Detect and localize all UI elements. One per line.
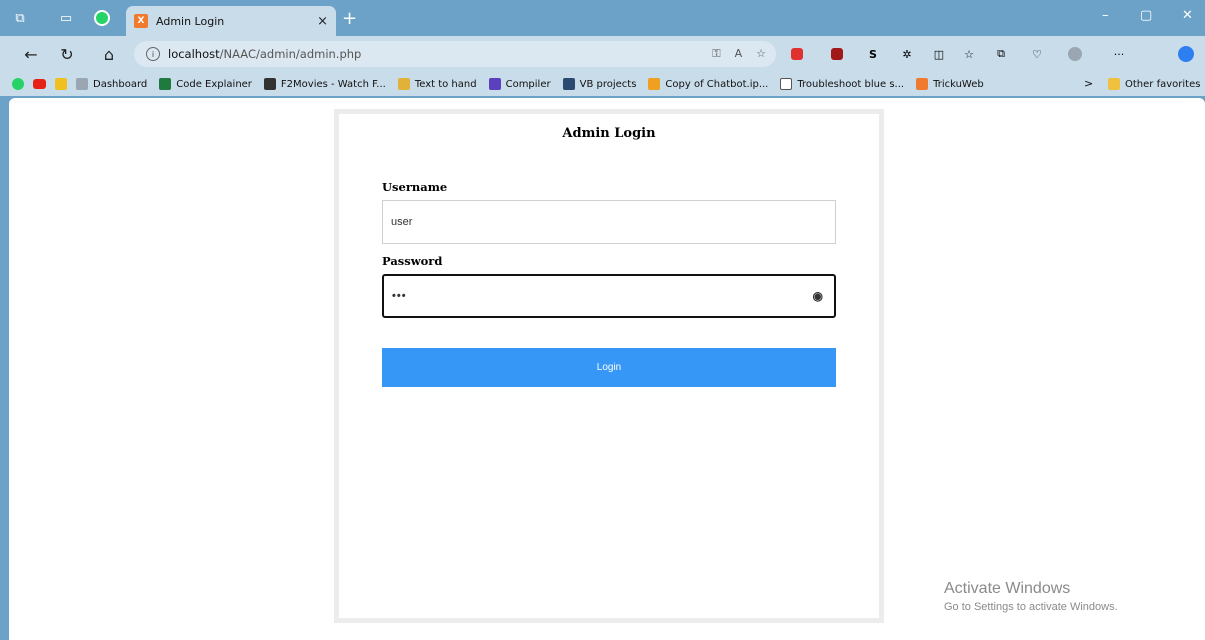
restore-button[interactable]: ▢ (1140, 8, 1152, 23)
new-tab-button[interactable]: + (342, 8, 357, 29)
tab-admin-login[interactable]: X Admin Login × (126, 6, 336, 36)
password-input[interactable]: ••• ◉ (382, 274, 836, 318)
close-tab-icon[interactable]: × (317, 14, 328, 29)
youtube-bookmark-icon[interactable] (33, 79, 46, 89)
url-path: /NAAC/admin/admin.php (219, 47, 362, 61)
username-value: user (391, 216, 413, 228)
refresh-icon[interactable]: ↻ (52, 39, 82, 69)
bookmark-favicon-icon (263, 78, 276, 90)
back-arrow-icon[interactable]: ← (16, 39, 46, 69)
bookmark-favicon-icon (648, 78, 661, 90)
other-favorites-folder[interactable]: Other favorites (1108, 78, 1200, 90)
watermark-title: Activate Windows (944, 580, 1071, 597)
bookmark-item[interactable]: Dashboard (76, 78, 147, 90)
bookmarks-bar: Dashboard Code Explainer F2Movies - Watc… (0, 72, 1205, 96)
bookmark-favicon-icon (159, 78, 172, 90)
windows-activation-watermark: Activate Windows Go to Settings to activ… (944, 580, 1118, 613)
address-bar[interactable]: i localhost/NAAC/admin/admin.php ⚿ A ☆ (134, 41, 776, 67)
copilot-icon[interactable] (1177, 45, 1195, 63)
ublock-extension-icon[interactable] (828, 45, 846, 63)
login-card: Admin Login Username user Password ••• ◉… (334, 109, 884, 623)
key-icon[interactable]: ⚿ (712, 47, 720, 61)
whatsapp-bookmark-icon[interactable] (12, 78, 24, 90)
whatsapp-pinned-tab-icon[interactable] (88, 4, 116, 32)
minimize-button[interactable]: – (1102, 8, 1109, 23)
password-label: Password (382, 254, 443, 268)
profile-avatar-icon[interactable] (1066, 45, 1084, 63)
url-host: localhost (168, 47, 220, 61)
password-value: ••• (392, 290, 407, 302)
tab-actions-icon[interactable]: ▭ (52, 4, 80, 32)
read-aloud-icon[interactable]: A (735, 47, 743, 61)
tab-title: Admin Login (156, 14, 225, 28)
xampp-favicon-icon: X (134, 14, 148, 28)
bookmark-favicon-icon (780, 78, 793, 90)
extensions-icon[interactable]: ✲ (898, 45, 916, 63)
username-label: Username (382, 180, 448, 194)
browser-essentials-icon[interactable]: ♡ (1028, 45, 1046, 63)
home-icon[interactable]: ⌂ (94, 39, 124, 69)
shield-extension-icon[interactable] (788, 45, 806, 63)
bookmark-item[interactable]: F2Movies - Watch F... (263, 78, 386, 90)
bookmark-item[interactable]: VB projects (562, 78, 636, 90)
more-menu-icon[interactable]: ··· (1110, 45, 1128, 63)
split-screen-icon[interactable]: ◫ (930, 45, 948, 63)
bookmark-favicon-icon (76, 78, 88, 90)
login-button[interactable]: Login (382, 348, 836, 387)
bookmark-item[interactable]: Compiler (488, 78, 551, 90)
bookmark-favicon-icon (916, 78, 929, 90)
favorite-star-icon[interactable]: ☆ (756, 47, 766, 61)
username-input[interactable]: user (382, 200, 836, 244)
show-password-eye-icon[interactable]: ◉ (813, 289, 824, 303)
bookmark-item[interactable]: Troubleshoot blue s... (780, 78, 904, 90)
page-viewport: Admin Login Username user Password ••• ◉… (9, 98, 1205, 640)
bookmark-item[interactable]: TrickuWeb (916, 78, 984, 90)
bookmark-item[interactable]: Copy of Chatbot.ip... (648, 78, 768, 90)
folder-icon (1108, 78, 1120, 90)
bookmark-item[interactable]: Code Explainer (159, 78, 252, 90)
page-title: Admin Login (562, 126, 656, 141)
bookmarks-overflow-chevron-icon[interactable]: > (1084, 77, 1093, 90)
s-extension-icon[interactable]: S (864, 45, 882, 63)
site-info-icon[interactable]: i (146, 47, 160, 61)
collections-icon[interactable]: ⧉ (992, 45, 1010, 63)
favorites-icon[interactable]: ☆ (960, 45, 978, 63)
yellow-bookmark-icon[interactable] (55, 78, 67, 90)
bookmark-favicon-icon (488, 78, 501, 90)
close-window-button[interactable]: ✕ (1182, 8, 1193, 23)
bookmark-favicon-icon (397, 78, 410, 90)
bookmark-item[interactable]: Text to hand (397, 78, 477, 90)
watermark-subtitle: Go to Settings to activate Windows. (944, 601, 1118, 613)
workspaces-icon[interactable]: ⧉ (6, 4, 34, 32)
bookmark-favicon-icon (562, 78, 575, 90)
